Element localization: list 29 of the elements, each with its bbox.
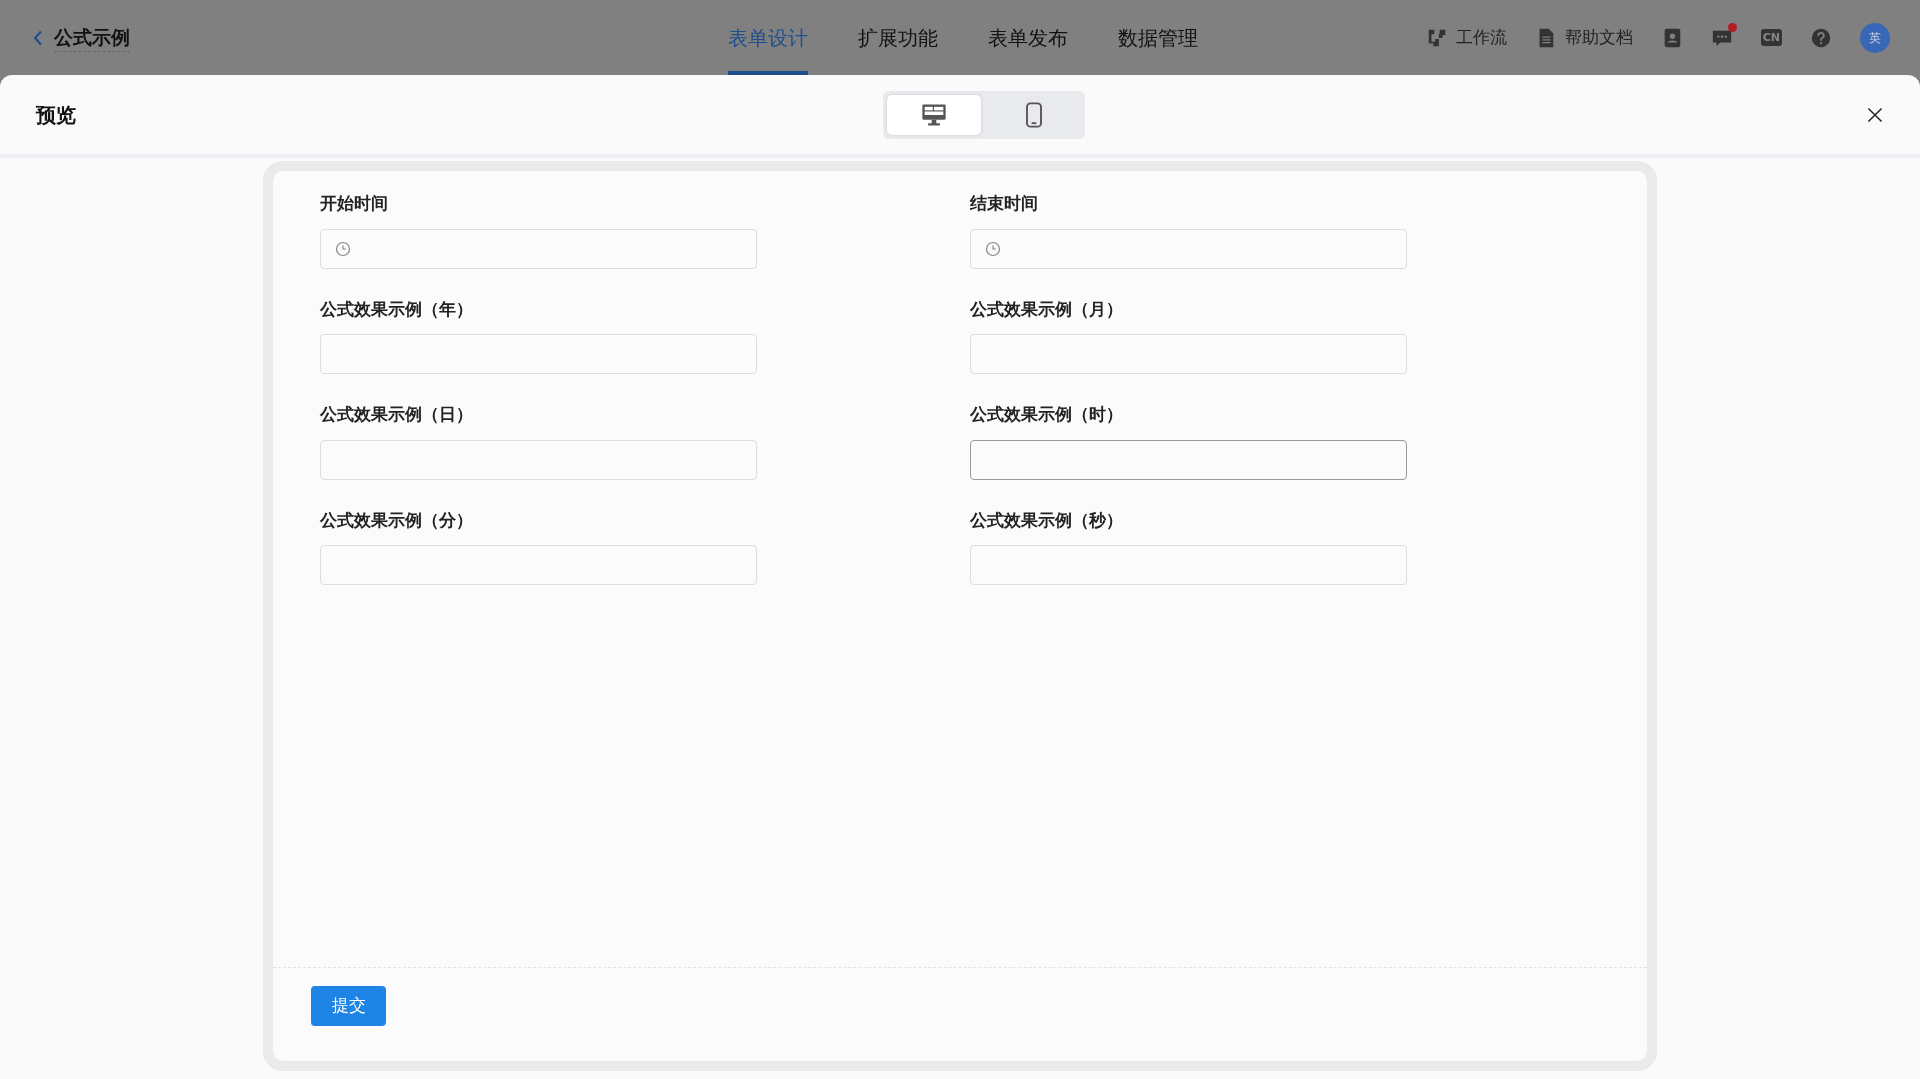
nav-tab[interactable]: 扩展功能 xyxy=(858,0,938,75)
nav-tab[interactable]: 表单发布 xyxy=(988,0,1068,75)
close-icon xyxy=(1866,105,1884,124)
docs-button[interactable]: 帮助文档 xyxy=(1534,24,1633,51)
help-icon xyxy=(1810,26,1832,49)
clock-icon xyxy=(985,240,1001,257)
workflow-button[interactable]: 工作流 xyxy=(1425,24,1507,51)
time-picker-field[interactable] xyxy=(970,228,1407,269)
field-label: 公式效果示例（分） xyxy=(320,508,474,532)
field-label: 公式效果示例（日） xyxy=(320,403,474,426)
input-field[interactable] xyxy=(970,439,1407,480)
user-avatar[interactable]: 英 xyxy=(1860,22,1890,53)
language-button[interactable]: CN xyxy=(1760,28,1782,47)
field-label: 公式效果示例（秒） xyxy=(970,508,1124,532)
clock-icon xyxy=(335,240,351,257)
field-label: 公式效果示例（时） xyxy=(970,403,1124,426)
preview-title: 预览 xyxy=(36,101,76,129)
field-label: 结束时间 xyxy=(970,192,1039,215)
desktop-view-button[interactable] xyxy=(887,94,981,135)
submit-button[interactable]: 提交 xyxy=(311,986,386,1026)
help-button[interactable] xyxy=(1810,26,1832,49)
field-label: 公式效果示例（年） xyxy=(320,297,474,321)
time-picker-field[interactable] xyxy=(320,228,757,269)
field-label: 公式效果示例（月） xyxy=(970,297,1124,321)
app-title: 公式示例 xyxy=(54,22,130,53)
unread-dot xyxy=(1727,22,1737,32)
nav-tab[interactable]: 数据管理 xyxy=(1118,0,1198,75)
field-label: 开始时间 xyxy=(320,192,389,215)
close-button[interactable] xyxy=(1866,105,1884,124)
